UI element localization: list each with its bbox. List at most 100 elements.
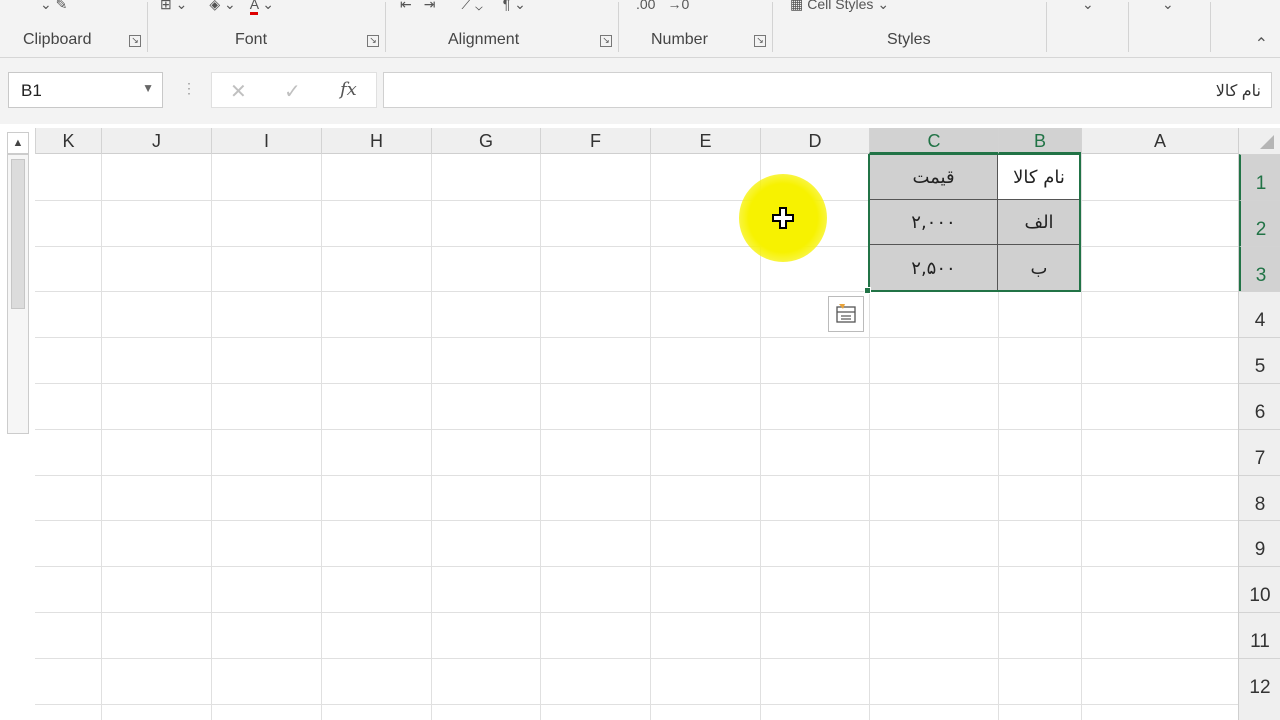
gridline (211, 154, 212, 720)
row-header-4[interactable]: 4 (1239, 291, 1280, 337)
orientation-icon[interactable]: ⟋ ⌄ (461, 0, 482, 13)
ribbon: ⌄ ✎ ⊞ ⌄ ◈ ⌄ A ⌄ ⇤ ⇥ ⟋ ⌄ ¶ ⌄ .00 →0 ▦ Cel… (0, 0, 1280, 58)
row-headers: 1 2 3 4 5 6 7 8 9 10 11 12 (1238, 154, 1280, 720)
formula-buttons: ✕ ✓ fx (211, 72, 377, 108)
gridline (35, 657, 1238, 659)
formula-input[interactable]: نام کالا (383, 72, 1272, 108)
increase-indent-icon[interactable]: ⇥ (424, 0, 436, 13)
gridline (1081, 154, 1082, 720)
decrease-decimal-icon[interactable]: →0 (667, 0, 689, 12)
group-separator (385, 2, 386, 52)
scrollbar-thumb[interactable] (11, 159, 25, 309)
cell-area[interactable]: نام کالا قیمت الف ۲,۰۰۰ ب ۲,۵۰۰ (35, 154, 1238, 720)
cell-styles-icon: ▦ (790, 0, 804, 12)
increase-decimal-icon[interactable]: .00 (636, 0, 655, 12)
font-launcher-icon[interactable]: ↘ (367, 35, 379, 47)
row-header-7[interactable]: 7 (1239, 428, 1280, 475)
quick-analysis-icon[interactable] (828, 296, 864, 332)
chevron-down-icon[interactable]: ⌄ (1082, 0, 1094, 14)
row-header-9[interactable]: 9 (1239, 520, 1280, 566)
row-header-5[interactable]: 5 (1239, 337, 1280, 383)
insert-function-icon[interactable]: fx (340, 79, 357, 100)
font-color-icon[interactable]: A ⌄ (249, 0, 274, 15)
column-header-H[interactable]: H (321, 128, 431, 154)
name-box[interactable]: B1 ▼ (8, 72, 163, 108)
gridline (540, 154, 541, 720)
column-header-K[interactable]: K (35, 128, 101, 154)
table-border (869, 154, 1080, 291)
decrease-indent-icon[interactable]: ⇤ (400, 0, 412, 13)
gridline (431, 154, 432, 720)
gridline (35, 383, 1238, 384)
vertical-scrollbar[interactable] (7, 154, 29, 434)
gridline (35, 566, 1238, 568)
group-separator (1210, 2, 1211, 52)
column-header-J[interactable]: J (101, 128, 211, 154)
formula-bar: B1 ▼ ⋮ ✕ ✓ fx نام کالا (0, 58, 1280, 124)
row-header-6[interactable]: 6 (1239, 383, 1280, 429)
column-header-E[interactable]: E (650, 128, 760, 154)
fill-handle[interactable] (864, 287, 871, 294)
group-label-number: Number (651, 31, 708, 48)
gridline (35, 428, 1238, 430)
row-header-1[interactable]: 1 (1239, 154, 1280, 200)
number-launcher-icon[interactable]: ↘ (754, 35, 766, 47)
crosshair-cursor-icon (771, 206, 795, 230)
fill-color-icon[interactable]: ◈ ⌄ (209, 0, 235, 13)
row-header-3[interactable]: 3 (1239, 245, 1280, 292)
borders-icon[interactable]: ⊞ ⌄ (160, 0, 187, 13)
group-label-font: Font (235, 31, 268, 48)
format-painter-icon[interactable]: ⌄ ✎ (40, 0, 67, 13)
gridline (35, 474, 1238, 476)
gridline (321, 154, 322, 720)
group-separator (618, 2, 619, 52)
text-direction-icon[interactable]: ¶ ⌄ (503, 0, 526, 13)
group-separator (147, 2, 148, 52)
gridline (35, 337, 1238, 339)
column-header-C[interactable]: C (869, 128, 998, 154)
gridline (35, 520, 1238, 522)
group-label-alignment: Alignment (448, 31, 520, 48)
gridline (35, 703, 1238, 705)
font-tools[interactable]: ⊞ ⌄ ◈ ⌄ A ⌄ (160, 0, 274, 15)
enter-icon[interactable]: ✓ (284, 79, 301, 104)
group-separator (1046, 2, 1047, 52)
table-border (869, 199, 1080, 200)
table-border (997, 154, 998, 291)
table-border (869, 244, 1080, 245)
group-label-styles: Styles (887, 31, 931, 48)
chevron-down-icon[interactable]: ⌄ (1162, 0, 1174, 14)
chevron-down-icon[interactable]: ▼ (142, 81, 154, 95)
gridline (35, 612, 1238, 613)
column-header-A[interactable]: A (1081, 128, 1238, 154)
scroll-up-icon[interactable]: ▲ (7, 132, 29, 154)
column-header-B[interactable]: B (998, 128, 1081, 154)
cancel-icon[interactable]: ✕ (230, 79, 247, 104)
column-header-F[interactable]: F (540, 128, 650, 154)
clipboard-tools[interactable]: ⌄ ✎ (40, 0, 67, 14)
worksheet[interactable]: ▲ KJIHGFEDCBA 1 2 3 4 5 6 7 8 9 10 11 12 نام کالا ق… (0, 124, 1280, 720)
column-header-I[interactable]: I (211, 128, 321, 154)
select-all-button[interactable] (1238, 128, 1280, 154)
group-label-clipboard: Clipboard (23, 31, 92, 48)
group-separator (772, 2, 773, 52)
column-header-D[interactable]: D (760, 128, 869, 154)
column-headers: KJIHGFEDCBA (35, 128, 1280, 154)
row-header-8[interactable]: 8 (1239, 474, 1280, 521)
number-tools[interactable]: .00 →0 (636, 0, 689, 14)
row-header-11[interactable]: 11 (1239, 612, 1280, 658)
group-separator (1128, 2, 1129, 52)
alignment-tools[interactable]: ⇤ ⇥ ⟋ ⌄ ¶ ⌄ (400, 0, 526, 14)
chevron-up-icon[interactable]: ⌃ (1255, 34, 1268, 54)
clipboard-launcher-icon[interactable]: ↘ (129, 35, 141, 47)
name-box-value: B1 (21, 81, 42, 100)
row-header-2[interactable]: 2 (1239, 199, 1280, 246)
row-header-12[interactable]: 12 (1239, 657, 1280, 704)
drag-handle-icon[interactable]: ⋮ (182, 80, 196, 97)
column-header-G[interactable]: G (431, 128, 540, 154)
row-header-10[interactable]: 10 (1239, 566, 1280, 612)
gridline (101, 154, 102, 720)
alignment-launcher-icon[interactable]: ↘ (600, 35, 612, 47)
cell-styles-label: Cell Styles (807, 0, 874, 12)
cell-styles-button[interactable]: ▦ Cell Styles ⌄ (790, 0, 889, 14)
